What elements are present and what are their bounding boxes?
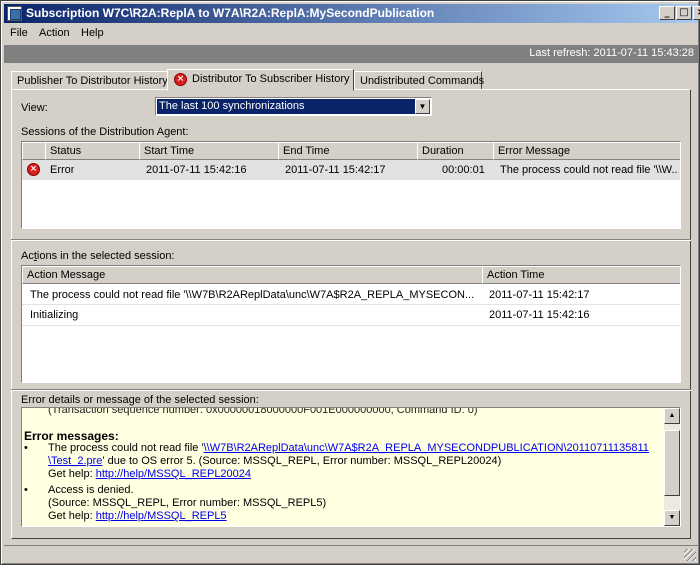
tab-label: Distributor To Subscriber History: [192, 73, 350, 85]
msg1-prefix: The process could not read file ': [48, 442, 204, 454]
main-window: Subscription W7C\R2A:ReplA to W7A\R2A:Re…: [0, 0, 700, 565]
chevron-down-icon[interactable]: ▼: [415, 99, 430, 114]
resize-grip-icon[interactable]: [684, 549, 696, 561]
scroll-thumb[interactable]: [664, 430, 680, 496]
sessions-label: Sessions of the Distribution Agent:: [21, 126, 189, 138]
tab-distributor-to-subscriber[interactable]: × Distributor To Subscriber History: [167, 69, 354, 91]
msg1-suffix: ' due to OS error 5. (Source: MSSQL_REPL…: [102, 455, 502, 467]
scroll-up-icon[interactable]: ▲: [664, 408, 680, 424]
cell-duration: 00:00:01: [442, 164, 485, 176]
details-scrollbar[interactable]: ▲ ▼: [664, 408, 680, 526]
scroll-down-icon[interactable]: ▼: [664, 510, 680, 526]
status-bar: [4, 545, 698, 563]
tab-label: Publisher To Distributor History: [17, 75, 168, 87]
view-dropdown[interactable]: The last 100 synchronizations ▼: [155, 97, 432, 116]
minimize-button[interactable]: _: [659, 6, 675, 20]
details-heading: Error messages:: [24, 429, 119, 443]
table-row[interactable]: Initializing 2011-07-11 15:42:16: [22, 305, 680, 325]
help-label: Get help:: [48, 468, 96, 480]
column-header-duration[interactable]: Duration: [417, 142, 494, 160]
refresh-bar: Last refresh: 2011-07-11 15:43:28: [4, 45, 698, 63]
row-divider: [22, 325, 680, 326]
close-button[interactable]: ×: [693, 6, 700, 20]
bullet-icon: •: [24, 484, 28, 496]
cell-status: Error: [50, 164, 75, 176]
table-row[interactable]: × Error 2011-07-11 15:42:16 2011-07-11 1…: [22, 160, 680, 180]
title-bar: Subscription W7C\R2A:ReplA to W7A\R2A:Re…: [4, 4, 700, 23]
help-link-repl5[interactable]: http://help/MSSQL_REPL5: [96, 510, 227, 522]
file-path-link-cont[interactable]: \Test_2.pre: [48, 455, 102, 467]
error-details-pane[interactable]: (Transaction sequence number: 0x00000018…: [21, 407, 681, 527]
error-icon: ×: [27, 163, 40, 176]
bullet-icon: •: [24, 442, 28, 454]
cell-error-message: The process could not read file '\\W...: [500, 164, 678, 176]
help-line-1: Get help: http://help/MSSQL_REPL20024: [48, 468, 251, 480]
help-line-2: Get help: http://help/MSSQL_REPL5: [48, 510, 227, 522]
details-truncated-line: (Transaction sequence number: 0x00000018…: [48, 407, 478, 416]
actions-label: Actions in the selected session:: [21, 250, 175, 262]
splitter-bottom[interactable]: [11, 389, 691, 391]
error-message-2: Access is denied.: [48, 484, 134, 496]
table-row[interactable]: The process could not read file '\\W7B\R…: [22, 284, 680, 304]
column-header-action-time[interactable]: Action Time: [482, 266, 680, 284]
app-icon: [7, 6, 22, 21]
maximize-button[interactable]: □: [676, 6, 692, 20]
details-label: Error details or message of the selected…: [21, 394, 259, 406]
column-header-icon: [22, 142, 46, 160]
cell-action-time: 2011-07-11 15:42:16: [489, 309, 590, 321]
error-message-1: The process could not read file '\\W7B\R…: [48, 442, 649, 454]
sessions-grid[interactable]: Status Start Time End Time Duration Erro…: [21, 141, 681, 229]
error-message-2-source: (Source: MSSQL_REPL, Error number: MSSQL…: [48, 497, 327, 509]
view-label: View:: [21, 102, 48, 114]
column-header-error-message[interactable]: Error Message: [493, 142, 680, 160]
error-icon: ×: [174, 73, 187, 86]
menu-bar: File Action Help: [4, 24, 698, 43]
column-header-action-message[interactable]: Action Message: [22, 266, 483, 284]
splitter-top[interactable]: [11, 239, 691, 241]
file-path-link[interactable]: \\W7B\R2AReplData\unc\W7A$R2A_REPLA_MYSE…: [204, 442, 649, 454]
menu-action[interactable]: Action: [39, 27, 70, 39]
view-selected-value: The last 100 synchronizations: [157, 99, 415, 114]
tab-label: Undistributed Commands: [360, 75, 485, 87]
tab-undistributed-commands[interactable]: Undistributed Commands: [354, 71, 485, 90]
cell-action-message: Initializing: [30, 309, 79, 321]
cell-end-time: 2011-07-11 15:42:17: [285, 164, 386, 176]
cell-start-time: 2011-07-11 15:42:16: [146, 164, 247, 176]
last-refresh-text: Last refresh: 2011-07-11 15:43:28: [529, 47, 694, 59]
tab-strip: Publisher To Distributor History × Distr…: [11, 69, 691, 91]
actions-grid[interactable]: Action Message Action Time The process c…: [21, 265, 681, 383]
tab-publisher-to-distributor[interactable]: Publisher To Distributor History: [11, 71, 168, 90]
error-message-1-cont: \Test_2.pre' due to OS error 5. (Source:…: [48, 455, 501, 467]
help-label: Get help:: [48, 510, 96, 522]
menu-file[interactable]: File: [10, 27, 28, 39]
column-header-start-time[interactable]: Start Time: [139, 142, 279, 160]
window-title: Subscription W7C\R2A:ReplA to W7A\R2A:Re…: [26, 6, 435, 20]
column-header-end-time[interactable]: End Time: [278, 142, 418, 160]
menu-help[interactable]: Help: [81, 27, 104, 39]
cell-action-message: The process could not read file '\\W7B\R…: [30, 289, 475, 301]
cell-action-time: 2011-07-11 15:42:17: [489, 289, 590, 301]
help-link-repl20024[interactable]: http://help/MSSQL_REPL20024: [96, 468, 251, 480]
